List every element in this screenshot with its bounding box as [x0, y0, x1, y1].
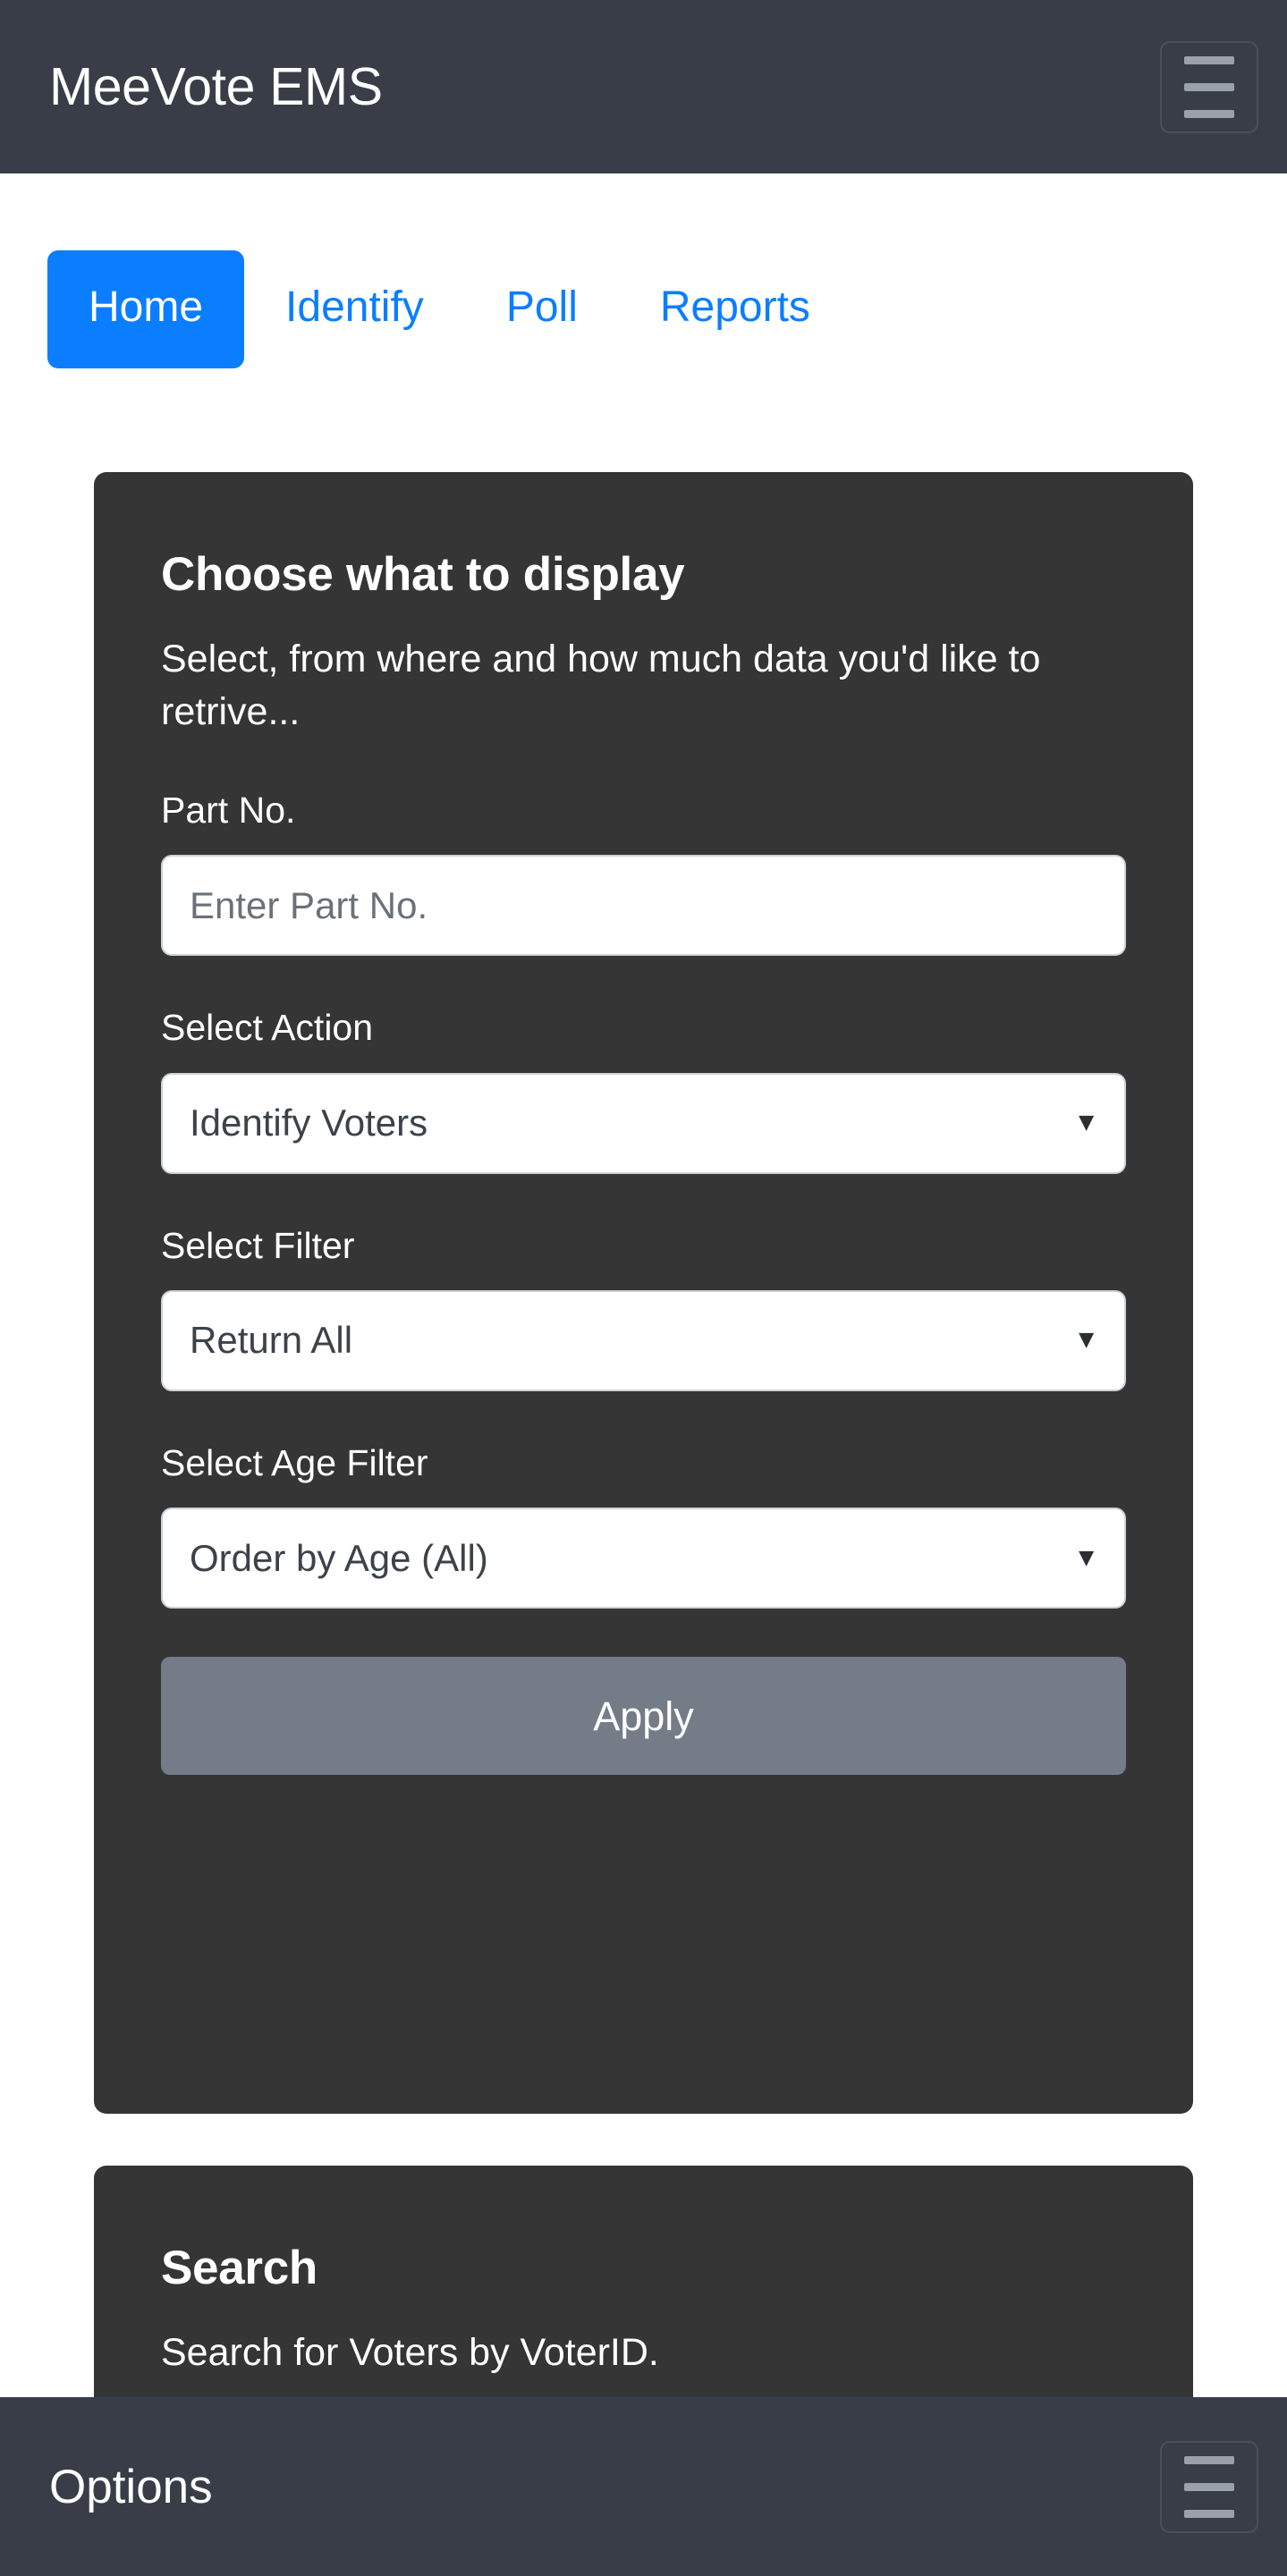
select-action-dropdown[interactable]: Identify Voters ▼ — [161, 1072, 1126, 1174]
card-title-display: Choose what to display — [161, 548, 685, 601]
label-select-action: Select Action — [161, 1007, 374, 1049]
hamburger-bar — [1184, 2509, 1234, 2518]
choose-display-card: Choose what to display Select, from wher… — [94, 472, 1193, 2114]
part-no-input-wrapper[interactable]: Enter Part No. — [161, 855, 1126, 957]
app-root: MeeVote EMS Home Identify Poll Reports C… — [0, 0, 1287, 2576]
label-select-filter: Select Filter — [161, 1224, 355, 1266]
hamburger-bar — [1184, 2482, 1234, 2491]
chevron-down-icon: ▼ — [1073, 1325, 1099, 1355]
main-tab-bar: Home Identify Poll Reports — [0, 173, 1287, 433]
tab-poll[interactable]: Poll — [465, 250, 619, 368]
tab-reports[interactable]: Reports — [619, 250, 851, 368]
chevron-down-icon: ▼ — [1073, 1543, 1099, 1572]
select-filter-value: Return All — [190, 1319, 353, 1362]
hamburger-bar — [1184, 109, 1234, 118]
select-action-value: Identify Voters — [190, 1102, 428, 1144]
hamburger-bar — [1184, 82, 1234, 91]
apply-button[interactable]: Apply — [161, 1657, 1126, 1775]
hamburger-icon[interactable] — [1160, 2440, 1258, 2533]
hamburger-bar — [1184, 55, 1234, 64]
app-title: MeeVote EMS — [49, 56, 383, 116]
tab-home[interactable]: Home — [47, 250, 245, 368]
hamburger-icon[interactable] — [1160, 40, 1258, 133]
bottom-options-bar: Options — [0, 2397, 1287, 2576]
tab-identify[interactable]: Identify — [244, 250, 465, 368]
chevron-down-icon: ▼ — [1073, 1108, 1099, 1137]
label-select-age-filter: Select Age Filter — [161, 1441, 428, 1483]
options-title: Options — [49, 2460, 213, 2513]
select-age-filter-dropdown[interactable]: Order by Age (All) ▼ — [161, 1508, 1126, 1609]
select-filter-dropdown[interactable]: Return All ▼ — [161, 1289, 1126, 1391]
select-age-filter-value: Order by Age (All) — [190, 1536, 488, 1579]
label-part-no: Part No. — [161, 790, 296, 832]
part-no-input-placeholder: Enter Part No. — [190, 883, 428, 926]
top-navbar: MeeVote EMS — [0, 0, 1287, 173]
hamburger-bar — [1184, 2455, 1234, 2464]
card-subtitle-display: Select, from where and how much data you… — [161, 637, 1041, 733]
card-title-search: Search — [161, 2242, 318, 2294]
card-subtitle-search: Search for Voters by VoterID. — [161, 2330, 659, 2374]
